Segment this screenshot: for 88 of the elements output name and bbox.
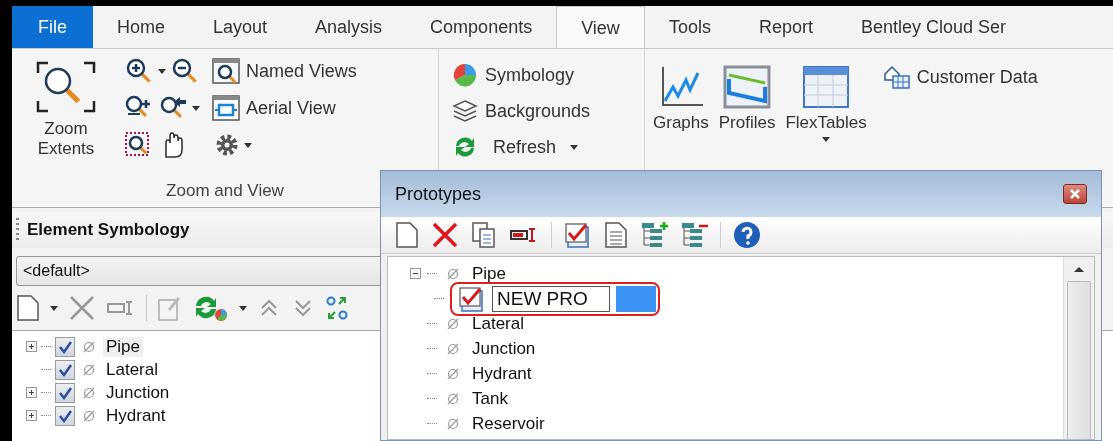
new-page-icon[interactable] — [395, 221, 419, 249]
tree-item[interactable]: Hydrant — [469, 363, 535, 384]
layers-icon — [451, 98, 479, 124]
ribbon-tab[interactable]: Tools — [644, 6, 735, 48]
tree-item[interactable]: Tank — [469, 388, 511, 409]
checkmark-icon — [58, 362, 72, 377]
remove-tree-icon[interactable] — [680, 221, 708, 249]
backgrounds-button[interactable]: Backgrounds — [449, 97, 634, 125]
gear-icon[interactable] — [214, 132, 240, 158]
ribbon-tab[interactable]: Bentley Cloud Ser — [836, 6, 1031, 48]
tree-item[interactable]: Pipe — [103, 336, 144, 357]
zoom-in-icon[interactable] — [124, 57, 154, 85]
new-page-icon[interactable] — [16, 294, 40, 322]
checkbox[interactable] — [55, 336, 75, 357]
table-icon — [802, 65, 851, 109]
document-icon[interactable] — [604, 221, 628, 249]
caret-icon[interactable] — [192, 105, 200, 111]
file-tab[interactable]: File — [12, 6, 93, 48]
named-views-button[interactable]: Named Views — [210, 57, 359, 85]
null-symbol-icon — [446, 366, 460, 381]
null-symbol-icon — [446, 266, 460, 281]
caret-icon[interactable] — [239, 305, 247, 311]
delete-icon[interactable] — [431, 221, 459, 249]
ribbon-tab[interactable]: Home — [93, 6, 190, 48]
null-symbol-icon — [446, 341, 460, 356]
close-icon — [1069, 189, 1081, 199]
close-button[interactable] — [1063, 184, 1087, 204]
checklist-icon[interactable] — [564, 221, 592, 249]
tree-item[interactable]: Lateral — [103, 359, 161, 380]
tree-item[interactable]: Pipe — [469, 263, 510, 284]
swap-icon[interactable] — [325, 294, 349, 322]
checkmark-icon — [58, 339, 72, 354]
refresh-icon[interactable] — [193, 294, 229, 322]
checklist-icon — [458, 284, 486, 313]
profile-grid-icon — [723, 65, 772, 109]
tree-item[interactable]: Junction — [103, 382, 173, 403]
ribbon-tab[interactable]: Analysis — [291, 6, 407, 48]
expand-icon[interactable] — [26, 387, 37, 398]
null-symbol-icon — [82, 408, 96, 423]
null-symbol-icon — [82, 339, 96, 354]
customer-data-button[interactable]: Customer Data — [880, 63, 1040, 91]
ribbon-tab[interactable]: Report — [734, 6, 837, 48]
pie-chart-icon — [451, 62, 479, 88]
caret-icon[interactable] — [50, 305, 58, 311]
expand-icon[interactable] — [26, 410, 37, 421]
checkbox[interactable] — [55, 359, 75, 380]
null-symbol-icon — [446, 416, 460, 431]
caret-icon[interactable] — [158, 68, 166, 74]
refresh-button[interactable]: Refresh — [449, 133, 634, 161]
tree-item[interactable]: Reservoir — [469, 413, 548, 434]
tree-item[interactable]: Lateral — [469, 313, 527, 334]
graphs-button[interactable]: Graphs — [651, 63, 711, 207]
panel-title: Element Symbology — [27, 220, 190, 240]
null-symbol-icon — [446, 316, 460, 331]
named-views-icon — [212, 58, 240, 84]
delete-icon[interactable] — [68, 294, 96, 322]
tree-item[interactable]: Hydrant — [103, 405, 169, 426]
grip-icon[interactable] — [16, 218, 19, 242]
selection-highlight — [616, 285, 656, 312]
scroll-up-icon[interactable] — [1073, 265, 1085, 273]
symbology-button[interactable]: Symbology — [449, 61, 634, 89]
scroll-thumb[interactable] — [1067, 281, 1091, 439]
scrollbar[interactable] — [1063, 257, 1094, 439]
ribbon-tab[interactable]: View — [556, 6, 645, 48]
rename-field[interactable]: NEW PRO — [492, 285, 610, 312]
null-symbol-icon — [446, 391, 460, 406]
dialog-title: Prototypes — [395, 183, 482, 205]
tree-item[interactable]: Junction — [469, 338, 539, 359]
checkbox[interactable] — [55, 405, 75, 426]
help-icon[interactable] — [733, 221, 761, 249]
ribbon-tab[interactable]: Components — [406, 6, 557, 48]
checkbox[interactable] — [55, 382, 75, 403]
copy-icon[interactable] — [471, 221, 497, 249]
collapse-icon[interactable] — [410, 268, 421, 279]
add-tree-icon[interactable] — [640, 221, 668, 249]
house-table-icon — [882, 64, 911, 90]
checkmark-icon — [58, 408, 72, 423]
zoom-extents-icon[interactable] — [34, 59, 98, 115]
checkmark-icon — [58, 385, 72, 400]
null-symbol-icon — [82, 385, 96, 400]
zoom-extents-button[interactable]: Zoom Extents — [18, 57, 114, 181]
expand-icon[interactable] — [26, 341, 37, 352]
aerial-view-icon — [212, 95, 240, 121]
null-symbol-icon — [82, 362, 96, 377]
zoom-out-icon[interactable] — [170, 57, 200, 85]
ribbon-tab[interactable]: Layout — [189, 6, 292, 48]
caret-icon[interactable] — [244, 142, 252, 148]
aerial-view-button[interactable]: Aerial View — [210, 94, 359, 122]
